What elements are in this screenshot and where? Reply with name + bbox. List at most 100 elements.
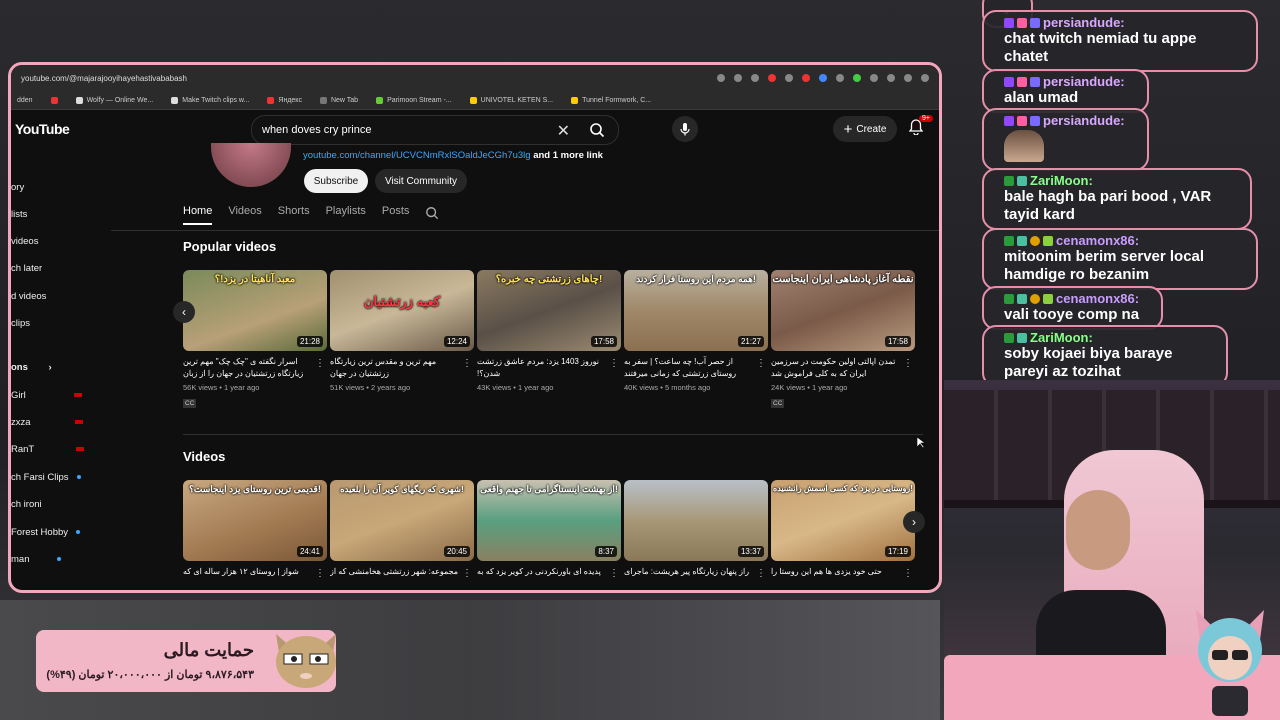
video-card[interactable]: نقطه آغاز پادشاهی ایران اینجاست 17:58 تم… <box>771 270 915 410</box>
video-thumbnail[interactable]: چاهای زرتشتی چه خبره؟! 17:58 <box>477 270 621 351</box>
chat-username[interactable]: persiandude: <box>1043 15 1125 30</box>
more-options-icon[interactable]: ⋮ <box>609 568 619 579</box>
scroll-left-button[interactable]: ‹ <box>173 301 195 323</box>
sidebar-channel[interactable]: zxza <box>11 417 83 428</box>
menu-icon[interactable] <box>921 74 929 82</box>
bookmark[interactable] <box>50 96 58 104</box>
video-title[interactable]: شواز | روستای ۱۲ هزار ساله ای که <box>183 566 327 590</box>
video-card[interactable]: چاهای زرتشتی چه خبره؟! 17:58 نوروز 1403 … <box>477 270 621 410</box>
video-thumbnail[interactable]: نقطه آغاز پادشاهی ایران اینجاست 17:58 <box>771 270 915 351</box>
more-options-icon[interactable]: ⋮ <box>462 568 472 579</box>
sidebar-item-your-videos[interactable]: videos <box>11 236 38 247</box>
sidebar-item-liked-videos[interactable]: d videos <box>11 291 46 302</box>
video-card[interactable]: شهری که ریگهای کویر آن را بلعیده! 20:45 … <box>330 480 474 590</box>
more-options-icon[interactable]: ⋮ <box>756 358 766 369</box>
notifications-button[interactable] <box>908 119 924 140</box>
bookmark[interactable]: Tunnel Formwork, C... <box>571 96 651 104</box>
extension-icon[interactable] <box>836 74 844 82</box>
sidebar-channel[interactable]: Girl <box>11 390 82 401</box>
extension-blue-icon[interactable] <box>819 74 827 82</box>
sidebar-item-clips[interactable]: clips <box>11 318 30 329</box>
tab-posts[interactable]: Posts <box>382 205 410 225</box>
address-bar[interactable]: youtube.com/@majarajooyihayehastivababas… <box>11 65 939 91</box>
video-title[interactable]: مجموعه: شهر زرتشتی هخامنشی که از <box>330 566 474 590</box>
video-thumbnail[interactable]: روستایی در یزد که کسی اسمش رانشنیده! 17:… <box>771 480 915 561</box>
video-card[interactable]: کعبه زرتشتیان 12:24 مهم ترین و مقدس ترین… <box>330 270 474 410</box>
video-thumbnail[interactable]: کعبه زرتشتیان 12:24 <box>330 270 474 351</box>
video-title[interactable]: حتی خود یزدی ها هم این روستا را <box>771 566 915 590</box>
scroll-right-button[interactable]: › <box>903 511 925 533</box>
more-options-icon[interactable]: ⋮ <box>462 358 472 369</box>
channel-url-link[interactable]: youtube.com/channel/UCVCNmRxlSOaldJeCGh7… <box>303 150 531 161</box>
visit-community-button[interactable]: Visit Community <box>375 169 467 193</box>
cast-icon[interactable] <box>717 74 725 82</box>
more-options-icon[interactable]: ⋮ <box>756 568 766 579</box>
video-thumbnail[interactable]: همه مردم این روستا فرار کردند! 21:27 <box>624 270 768 351</box>
chat-username[interactable]: ZariMoon: <box>1030 330 1093 345</box>
search-box[interactable]: ✕ <box>251 115 619 145</box>
video-title[interactable]: نوروز 1403 یزد: مردم عاشق زرتشت شدن؟! <box>477 356 621 380</box>
star-icon[interactable] <box>751 74 759 82</box>
video-card[interactable]: 13:37 راز پنهان زیارتگاه پیر هریشت: ماجر… <box>624 480 768 590</box>
video-card[interactable]: معبد آناهیتا در یزد!؟ 21:28 اسرار نگفته … <box>183 270 327 410</box>
more-options-icon[interactable]: ⋮ <box>903 358 913 369</box>
extension-icon[interactable] <box>887 74 895 82</box>
tab-home[interactable]: Home <box>183 205 213 225</box>
bookmark[interactable]: New Tab <box>319 96 358 104</box>
more-options-icon[interactable]: ⋮ <box>315 568 325 579</box>
subscribe-button[interactable]: Subscribe <box>304 169 368 193</box>
video-thumbnail[interactable]: معبد آناهیتا در یزد!؟ 21:28 <box>183 270 327 351</box>
channel-search-icon[interactable] <box>425 206 439 220</box>
zoom-icon[interactable] <box>734 74 742 82</box>
voice-search-button[interactable] <box>672 116 698 142</box>
chat-username[interactable]: cenamonx86: <box>1056 233 1139 248</box>
clear-search-icon[interactable]: ✕ <box>557 121 570 141</box>
sidebar-item-history[interactable]: ory <box>11 182 24 193</box>
more-links-link[interactable]: and 1 more link <box>533 150 603 161</box>
channel-avatar[interactable] <box>211 143 291 187</box>
video-title[interactable]: از حصر آب! چه ساعت؟ | سفر به روستای زرتش… <box>624 356 768 380</box>
video-title[interactable]: پدیده ای باورنکردنی در کویر یزد که به <box>477 566 621 590</box>
extension-red-icon[interactable] <box>768 74 776 82</box>
video-card[interactable]: قدیمی ترین روستای یزد اینجاست؟! 24:41 شو… <box>183 480 327 590</box>
video-title[interactable]: تمدن اپالتی اولین حکومت در سرزمین ایران … <box>771 356 915 380</box>
extension-green-icon[interactable] <box>853 74 861 82</box>
video-title[interactable]: مهم ترین و مقدس ترین زیارتگاه زرتشتیان د… <box>330 356 474 380</box>
sidebar-item-playlists[interactable]: lists <box>11 209 27 220</box>
video-card[interactable]: از بهشت اینستاگرامی تا جهنم واقعی! 8:37 … <box>477 480 621 590</box>
sidebar-item-watch-later[interactable]: ch later <box>11 263 42 274</box>
bookmark[interactable]: Яндекс <box>267 96 302 104</box>
tab-playlists[interactable]: Playlists <box>326 205 366 225</box>
tab-shorts[interactable]: Shorts <box>278 205 310 225</box>
video-thumbnail[interactable]: قدیمی ترین روستای یزد اینجاست؟! 24:41 <box>183 480 327 561</box>
extension-icon[interactable] <box>870 74 878 82</box>
more-options-icon[interactable]: ⋮ <box>609 358 619 369</box>
bookmark[interactable]: dden <box>17 97 33 104</box>
more-options-icon[interactable]: ⋮ <box>903 568 913 579</box>
chat-username[interactable]: persiandude: <box>1043 113 1125 128</box>
chat-username[interactable]: persiandude: <box>1043 74 1125 89</box>
bookmark[interactable]: Make Twitch clips w... <box>171 96 249 104</box>
video-thumbnail[interactable]: از بهشت اینستاگرامی تا جهنم واقعی! 8:37 <box>477 480 621 561</box>
video-thumbnail[interactable]: شهری که ریگهای کویر آن را بلعیده! 20:45 <box>330 480 474 561</box>
search-button[interactable] <box>576 116 618 144</box>
url-text[interactable]: youtube.com/@majarajooyihayehastivababas… <box>21 74 717 83</box>
chat-username[interactable]: cenamonx86: <box>1056 291 1139 306</box>
bookmark[interactable]: Parimoon Stream -... <box>376 96 452 104</box>
profile-icon[interactable] <box>904 74 912 82</box>
chat-username[interactable]: ZariMoon: <box>1030 173 1093 188</box>
sidebar-channel[interactable]: Forest Hobby <box>11 527 81 538</box>
sidebar-channel[interactable]: ch ironi <box>11 499 42 510</box>
extension-icon[interactable] <box>785 74 793 82</box>
search-input[interactable] <box>252 123 564 137</box>
video-card[interactable]: همه مردم این روستا فرار کردند! 21:27 از … <box>624 270 768 410</box>
video-title[interactable]: اسرار نگفته ی "چک چک" مهم ترین زیارتگاه … <box>183 356 327 380</box>
sidebar-channel[interactable]: RanT <box>11 444 85 455</box>
tab-videos[interactable]: Videos <box>228 205 261 225</box>
sidebar-subscriptions-header[interactable]: ons › <box>11 362 52 373</box>
bookmark[interactable]: Wolfy — Online We... <box>75 96 153 104</box>
extension-youtube-icon[interactable] <box>802 74 810 82</box>
create-button[interactable]: + Create <box>833 116 897 142</box>
video-card[interactable]: روستایی در یزد که کسی اسمش رانشنیده! 17:… <box>771 480 915 590</box>
sidebar-channel[interactable]: man <box>11 554 62 565</box>
